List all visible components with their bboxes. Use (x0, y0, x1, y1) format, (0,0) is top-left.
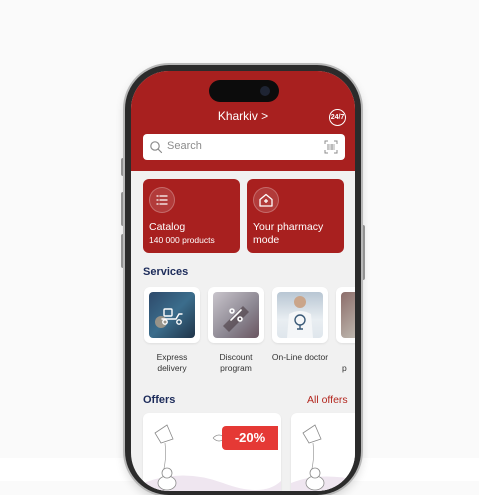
all-offers-link[interactable]: All offers (307, 394, 348, 406)
service-discount-program[interactable] (208, 287, 264, 343)
camera-icon (260, 86, 270, 96)
catalog-title: Catalog (149, 221, 186, 233)
list-icon (149, 187, 175, 213)
service-partial[interactable] (336, 287, 355, 343)
delivery-scooter-icon (149, 292, 195, 338)
online-doctor-label: On-Line doctor (271, 352, 329, 362)
service-icon (341, 292, 355, 338)
barcode-scan-icon[interactable] (324, 140, 338, 154)
partial-service-label: p (342, 363, 347, 373)
power-button (361, 225, 365, 280)
pharmacy-mode-card[interactable]: Your pharmacy mode (247, 179, 344, 253)
discount-badge: -20% (222, 426, 278, 450)
pharmacy-house-icon (253, 187, 279, 213)
search-input[interactable]: Search (167, 140, 202, 152)
service-express-delivery[interactable] (144, 287, 200, 343)
services-heading: Services (143, 266, 189, 278)
offer-card[interactable]: -20% (143, 413, 281, 491)
pharmacy-mode-title: Your pharmacy mode (253, 221, 324, 246)
kite-illustration-icon (143, 424, 281, 491)
search-bar[interactable]: Search (143, 134, 345, 160)
kite-illustration-icon (291, 424, 355, 491)
catalog-card[interactable]: Catalog 140 000 products (143, 179, 240, 253)
phone-screen: Kharkiv > 24/7 Search Catalog 140 000 pr… (131, 71, 355, 491)
search-icon (150, 141, 163, 154)
catalog-subtitle: 140 000 products (149, 235, 215, 245)
express-delivery-label: Express delivery (156, 352, 188, 373)
discount-program-label: Discount program (219, 352, 253, 373)
service-online-doctor[interactable] (272, 287, 328, 343)
percent-icon (213, 292, 259, 338)
city-selector[interactable]: Kharkiv > (131, 109, 355, 123)
offers-heading: Offers (143, 394, 176, 406)
offer-card-partial[interactable] (291, 413, 355, 491)
support-24-7-icon[interactable]: 24/7 (329, 109, 346, 126)
dynamic-island (209, 80, 279, 102)
doctor-icon (277, 292, 323, 338)
